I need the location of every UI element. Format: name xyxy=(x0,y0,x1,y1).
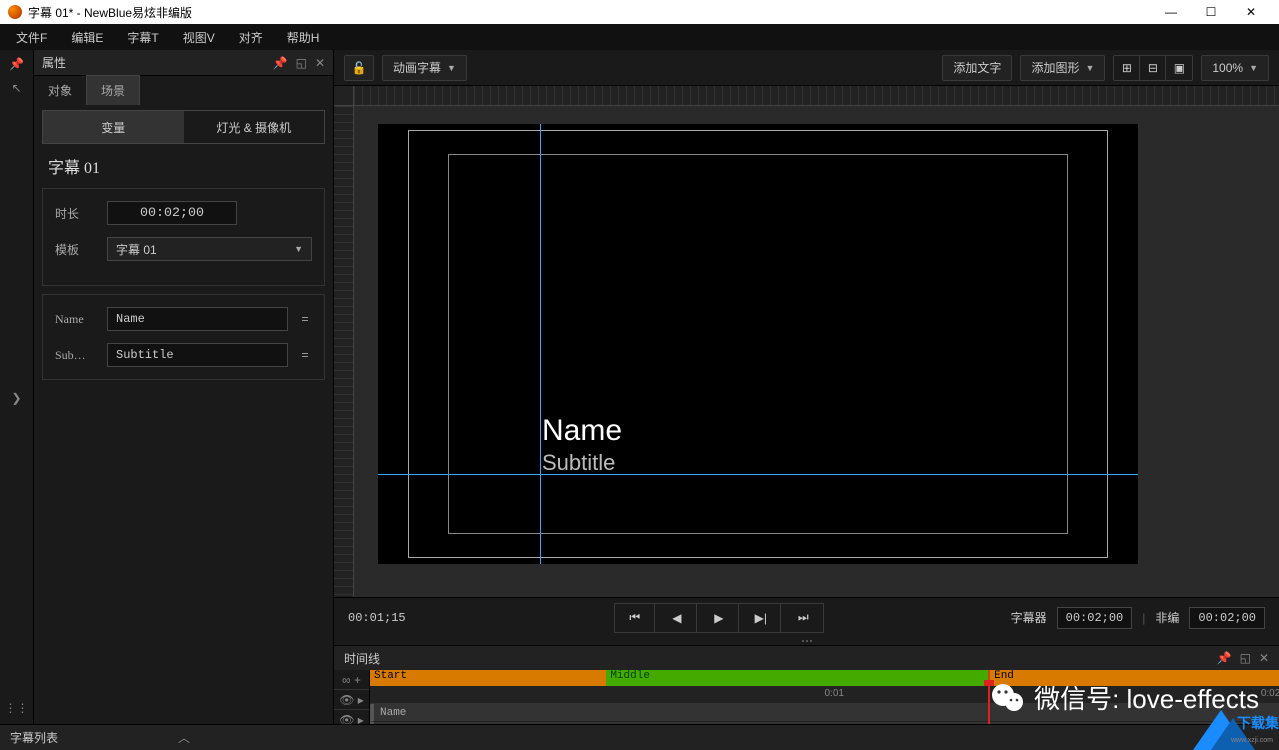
anim-subtitle-dropdown[interactable]: 动画字幕▼ xyxy=(382,55,467,81)
safe-area-icon[interactable]: ▣ xyxy=(1166,56,1192,80)
menu-align[interactable]: 对齐 xyxy=(227,25,275,50)
nle-timecode[interactable]: 00:02;00 xyxy=(1189,607,1265,629)
pin-panel-icon[interactable]: 📌 xyxy=(273,56,288,70)
tab-object[interactable]: 对象 xyxy=(34,76,86,105)
properties-panel: 属性 📌 ◱ ✕ 对象 场景 变量 灯光 & 摄像机 字幕 01 时长 模板 xyxy=(34,50,334,750)
add-shape-dropdown[interactable]: 添加图形▼ xyxy=(1020,55,1105,81)
menu-help[interactable]: 帮助H xyxy=(275,25,332,50)
play-button[interactable]: ▶ xyxy=(699,604,739,632)
menu-edit[interactable]: 编辑E xyxy=(59,25,115,50)
nle-label: 非编 xyxy=(1155,609,1179,626)
menu-view[interactable]: 视图V xyxy=(171,25,227,50)
tab-lights-camera[interactable]: 灯光 & 摄像机 xyxy=(184,111,325,143)
tick-1: 0:01 xyxy=(825,688,844,699)
bottombar: 字幕列表 ︿ xyxy=(0,724,1279,750)
text-subtitle[interactable]: Subtitle xyxy=(542,450,615,476)
pin-icon[interactable]: 📌 xyxy=(9,56,25,72)
action-safe-frame xyxy=(448,154,1068,534)
section-title: 字幕 01 xyxy=(34,144,333,188)
tools-icon[interactable]: ⋮⋮ xyxy=(9,700,25,716)
text-name[interactable]: Name xyxy=(542,414,622,448)
tab-variables[interactable]: 变量 xyxy=(43,111,184,143)
subtitle-timecode[interactable]: 00:02;00 xyxy=(1057,607,1133,629)
label-template: 模板 xyxy=(55,241,97,258)
segment-start[interactable]: Start xyxy=(370,670,606,686)
ruler-vertical[interactable] xyxy=(334,106,354,597)
track-eye-1[interactable]: 👁 ▸ xyxy=(334,690,369,710)
next-frame-button[interactable]: ▶| xyxy=(741,604,781,632)
close-timeline-icon[interactable]: ✕ xyxy=(1259,651,1269,665)
minimize-button[interactable]: — xyxy=(1151,0,1191,24)
zoom-dropdown[interactable]: 100%▼ xyxy=(1201,55,1269,81)
app-icon xyxy=(8,5,22,19)
prev-frame-button[interactable]: ◀ xyxy=(657,604,697,632)
menu-file[interactable]: 文件F xyxy=(4,25,59,50)
grid-icon[interactable]: ⊞ xyxy=(1114,56,1140,80)
timeline-ruler[interactable]: 0:01 0:02 xyxy=(370,686,1279,704)
arrow-icon[interactable]: ↖ xyxy=(9,80,25,96)
input-name[interactable] xyxy=(107,307,288,331)
equals-icon[interactable]: = xyxy=(298,312,312,326)
playback-bar: 00:01;15 ⏮ ◀ ▶ ▶| ⏭ 字幕器 00:02;00 | 非编 00… xyxy=(334,597,1279,637)
select-template[interactable]: 字幕 01▼ xyxy=(107,237,312,261)
panel-title: 属性 xyxy=(42,54,66,71)
loop-icon[interactable]: ∞ + xyxy=(334,670,369,690)
expand-icon[interactable]: ❯ xyxy=(9,390,25,406)
goto-start-button[interactable]: ⏮ xyxy=(615,604,655,632)
canvas[interactable]: Name Subtitle xyxy=(334,86,1279,597)
segment-end[interactable]: End xyxy=(988,670,1279,686)
goto-end-button[interactable]: ⏭ xyxy=(783,604,823,632)
label-subtitle: Sub… xyxy=(55,348,97,363)
maximize-button[interactable]: ☐ xyxy=(1191,0,1231,24)
popout-icon[interactable]: ◱ xyxy=(296,56,307,70)
equals-icon-2[interactable]: = xyxy=(298,348,312,362)
chevron-up-icon[interactable]: ︿ xyxy=(178,729,190,746)
tick-2: 0:02 xyxy=(1261,688,1279,699)
menubar: 文件F 编辑E 字幕T 视图V 对齐 帮助H xyxy=(0,24,1279,50)
resize-grip-horizontal[interactable] xyxy=(334,637,1279,645)
ruler-corner xyxy=(334,86,354,106)
ruler-horizontal[interactable] xyxy=(354,86,1279,106)
segment-bar[interactable]: Start Middle End xyxy=(370,670,1279,686)
current-timecode[interactable]: 00:01;15 xyxy=(348,611,428,625)
toolbar: 🔓 动画字幕▼ 添加文字 添加图形▼ ⊞ ⊟ ▣ 100%▼ xyxy=(334,50,1279,86)
subtitle-list-label[interactable]: 字幕列表 xyxy=(10,729,58,746)
close-button[interactable]: ✕ xyxy=(1231,0,1271,24)
segment-middle[interactable]: Middle xyxy=(606,670,988,686)
tab-scene[interactable]: 场景 xyxy=(86,75,140,105)
timeline-title: 时间线 xyxy=(344,650,380,667)
titlebar: 字幕 01* - NewBlue易炫非编版 — ☐ ✕ xyxy=(0,0,1279,24)
subtitle-device-label: 字幕器 xyxy=(1011,609,1047,626)
menu-subtitle[interactable]: 字幕T xyxy=(115,25,170,50)
label-duration: 时长 xyxy=(55,205,97,222)
left-rail: 📌 ↖ ❯ ⋮⋮ xyxy=(0,50,34,750)
input-subtitle[interactable] xyxy=(107,343,288,367)
label-name: Name xyxy=(55,312,97,327)
guide-horizontal[interactable] xyxy=(378,474,1138,475)
stage[interactable]: Name Subtitle xyxy=(378,124,1138,564)
close-panel-icon[interactable]: ✕ xyxy=(315,56,325,70)
guide-vertical[interactable] xyxy=(540,124,541,564)
lock-button[interactable]: 🔓 xyxy=(344,55,374,81)
track-name[interactable]: Name xyxy=(370,704,1279,722)
window-title: 字幕 01* - NewBlue易炫非编版 xyxy=(28,4,192,21)
pin-timeline-icon[interactable]: 📌 xyxy=(1217,651,1232,665)
ruler-icon[interactable]: ⊟ xyxy=(1140,56,1166,80)
add-text-button[interactable]: 添加文字 xyxy=(942,55,1012,81)
popout-timeline-icon[interactable]: ◱ xyxy=(1240,651,1251,665)
input-duration[interactable] xyxy=(107,201,237,225)
